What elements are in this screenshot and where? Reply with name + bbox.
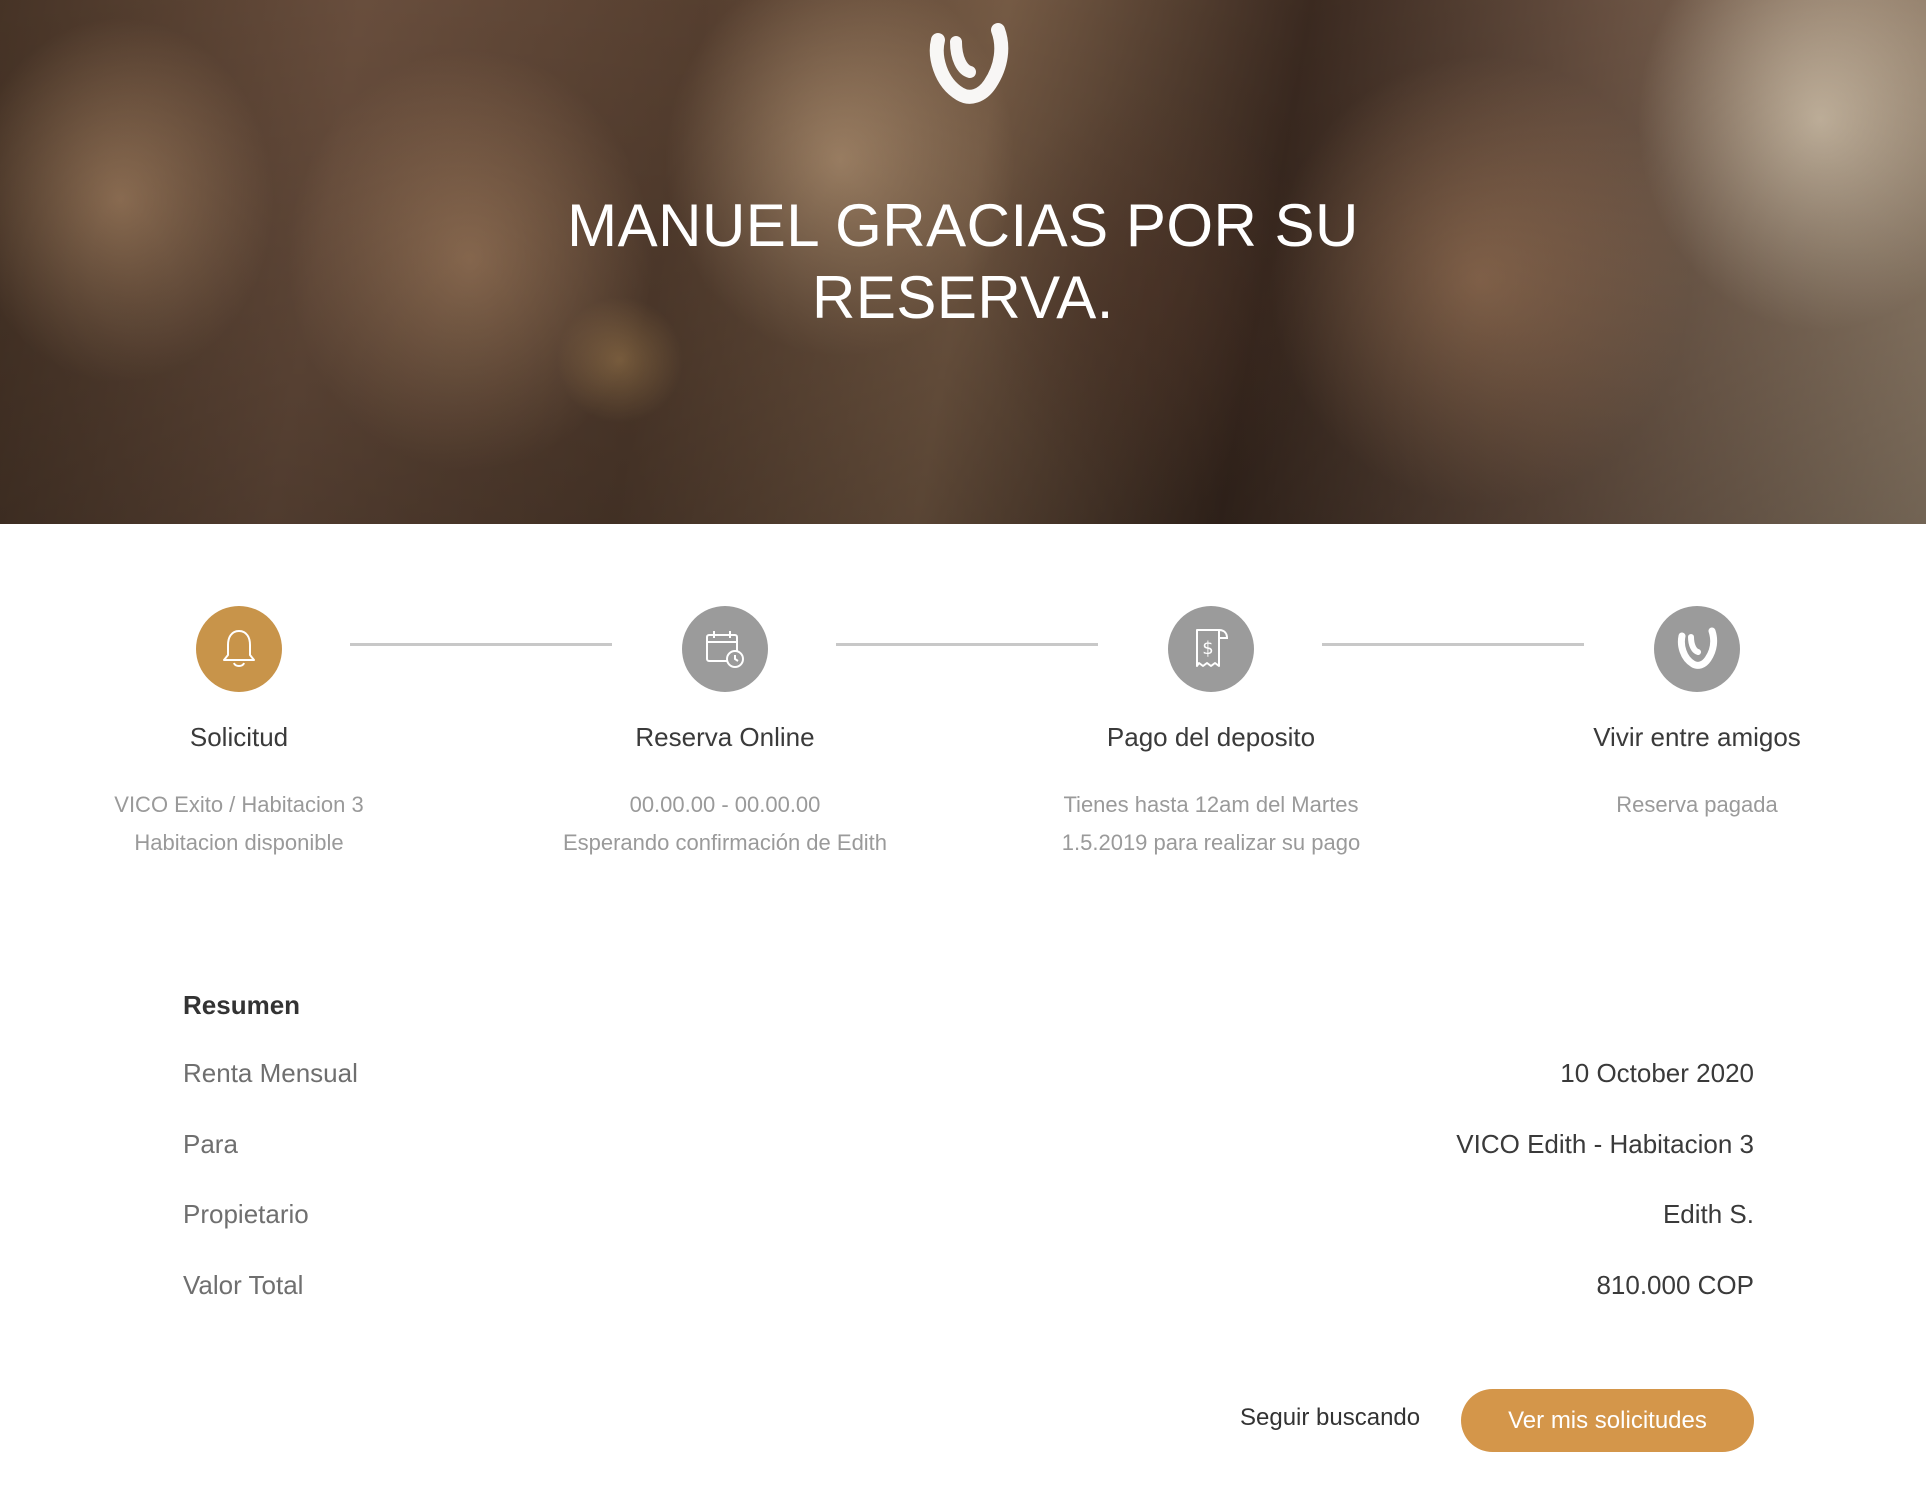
vico-logo-icon xyxy=(1677,627,1718,669)
step-desc-line: Tienes hasta 12am del Martes xyxy=(1063,792,1359,817)
summary-heading: Resumen xyxy=(183,990,301,1020)
step-desc-line: 1.5.2019 para realizar su pago xyxy=(1061,830,1361,855)
summary-row-value: 810.000 COP xyxy=(1596,1270,1754,1300)
step-title: Reserva Online xyxy=(635,722,815,752)
calendar-clock-icon xyxy=(706,631,744,668)
step-circle xyxy=(1654,606,1740,692)
step-desc-line: Esperando confirmación de Edith xyxy=(562,830,888,855)
reservation-confirmation-page: MANUEL GRACIAS POR SU RESERVA. Solicitud… xyxy=(0,0,1926,1496)
step-connector xyxy=(836,643,1098,646)
step-description: Reserva pagada xyxy=(1487,786,1907,824)
receipt-dollar-icon: $ xyxy=(1196,629,1229,667)
summary-row-valor-total: Valor Total 810.000 COP xyxy=(183,1270,1754,1310)
hero-banner: MANUEL GRACIAS POR SU RESERVA. xyxy=(0,0,1926,524)
step-desc-line: Reserva pagada xyxy=(1616,792,1778,817)
page-title: MANUEL GRACIAS POR SU RESERVA. xyxy=(463,190,1463,334)
summary-row-value: VICO Edith - Habitacion 3 xyxy=(1456,1129,1754,1159)
summary-row-propietario: Propietario Edith S. xyxy=(183,1199,1754,1239)
title-line-2: RESERVA. xyxy=(812,264,1114,331)
svg-text:$: $ xyxy=(1202,638,1213,659)
step-circle xyxy=(196,606,282,692)
step-connector xyxy=(350,643,612,646)
step-circle: $ xyxy=(1168,606,1254,692)
step-description: Tienes hasta 12am del Martes 1.5.2019 pa… xyxy=(1001,786,1421,862)
summary-row-label: Valor Total xyxy=(183,1270,304,1300)
step-desc-line: VICO Exito / Habitacion 3 xyxy=(114,792,364,817)
step-circle xyxy=(682,606,768,692)
step-connector xyxy=(1322,643,1584,646)
seguir-buscando-button[interactable]: Seguir buscando xyxy=(1240,1404,1420,1432)
step-description: VICO Exito / Habitacion 3 Habitacion dis… xyxy=(29,786,449,862)
vico-logo-icon xyxy=(929,23,1009,104)
step-description: 00.00.00 - 00.00.00 Esperando confirmaci… xyxy=(515,786,935,862)
summary-row-label: Renta Mensual xyxy=(183,1058,358,1088)
step-desc-line: 00.00.00 - 00.00.00 xyxy=(629,792,821,817)
ver-mis-solicitudes-button[interactable]: Ver mis solicitudes xyxy=(1461,1389,1754,1452)
summary-row-value: Edith S. xyxy=(1662,1199,1754,1229)
summary-row-value: 10 October 2020 xyxy=(1560,1058,1754,1088)
summary-row-label: Para xyxy=(183,1129,238,1159)
step-title: Solicitud xyxy=(189,722,289,752)
title-line-1: MANUEL GRACIAS POR SU xyxy=(567,192,1359,259)
summary-row-label: Propietario xyxy=(183,1199,309,1229)
step-title: Vivir entre amigos xyxy=(1593,722,1801,752)
summary-row-renta-mensual: Renta Mensual 10 October 2020 xyxy=(183,1058,1754,1098)
step-title: Pago del deposito xyxy=(1106,722,1316,752)
step-desc-line: Habitacion disponible xyxy=(134,830,344,855)
summary-row-para: Para VICO Edith - Habitacion 3 xyxy=(183,1129,1754,1169)
bell-icon xyxy=(223,630,255,667)
